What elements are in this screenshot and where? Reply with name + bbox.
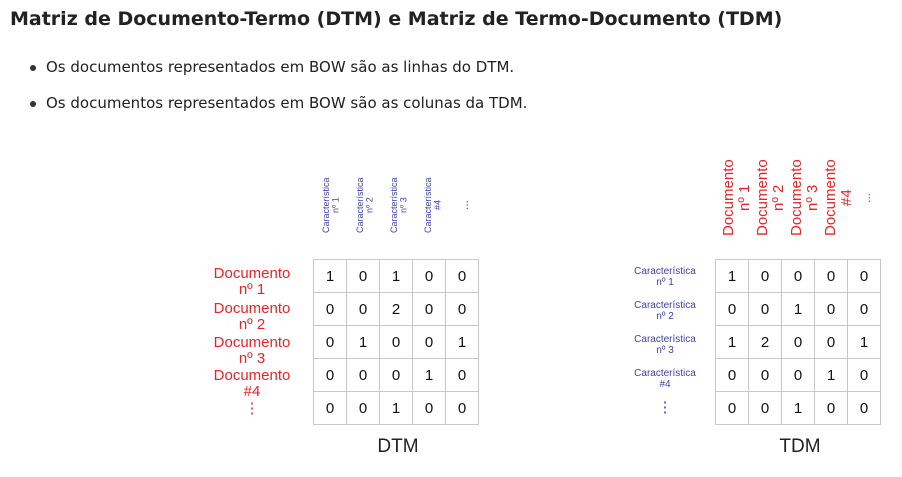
matrix-cell: 0 xyxy=(847,292,881,326)
matrix-cell: 2 xyxy=(748,325,782,359)
tdm-column-header: Documento nº 3 xyxy=(788,159,821,237)
matrix-cell: 1 xyxy=(715,325,749,359)
matrix-cell: 0 xyxy=(748,358,782,392)
matrix-cell: 0 xyxy=(847,358,881,392)
tdm-matrix: 1 0 0 0 0 0 0 1 0 0 1 2 0 0 1 0 0 0 1 0 xyxy=(715,259,881,425)
matrix-cell: 0 xyxy=(814,325,848,359)
matrix-cell: 1 xyxy=(814,358,848,392)
table-row: 0 0 0 1 0 xyxy=(715,358,881,392)
matrix-cell: 0 xyxy=(715,391,749,425)
tdm-column-header: Documento nº 2 xyxy=(754,159,787,237)
tdm-row-label: Característica nº 3 xyxy=(634,334,696,356)
table-row: 0 0 1 0 0 xyxy=(715,391,881,425)
tdm-caption: TDM xyxy=(779,436,821,457)
table-row: 1 2 0 0 1 xyxy=(715,325,881,359)
table-row: 1 0 0 0 0 xyxy=(715,259,881,293)
matrix-cell: 0 xyxy=(715,292,749,326)
tdm-column-header: Documento #4 xyxy=(822,159,855,237)
matrix-cell: 0 xyxy=(781,325,815,359)
tdm-column-header: Documento nº 1 xyxy=(720,159,753,237)
matrix-cell: 0 xyxy=(847,259,881,293)
matrix-cell: 0 xyxy=(748,259,782,293)
matrix-cell: 0 xyxy=(781,358,815,392)
tdm-row-label: Característica #4 xyxy=(634,368,696,390)
matrix-cell: 1 xyxy=(847,325,881,359)
matrix-cell: 1 xyxy=(781,292,815,326)
matrix-cell: 0 xyxy=(814,391,848,425)
matrix-cell: 0 xyxy=(781,259,815,293)
matrix-cell: 0 xyxy=(748,391,782,425)
table-row: 0 0 1 0 0 xyxy=(715,292,881,326)
tdm-row-label: Característica nº 1 xyxy=(634,266,696,288)
tdm-row-label: ⋮ xyxy=(657,399,673,416)
matrix-cell: 0 xyxy=(847,391,881,425)
matrix-cell: 0 xyxy=(814,292,848,326)
matrix-cell: 0 xyxy=(814,259,848,293)
tdm-row-label: Característica nº 2 xyxy=(634,300,696,322)
matrix-cell: 0 xyxy=(715,358,749,392)
matrix-cell: 0 xyxy=(748,292,782,326)
tdm-column-header: ... xyxy=(859,193,873,204)
tdm-figure: Documento nº 1 Documento nº 2 Documento … xyxy=(0,0,902,477)
matrix-cell: 1 xyxy=(781,391,815,425)
matrix-cell: 1 xyxy=(715,259,749,293)
